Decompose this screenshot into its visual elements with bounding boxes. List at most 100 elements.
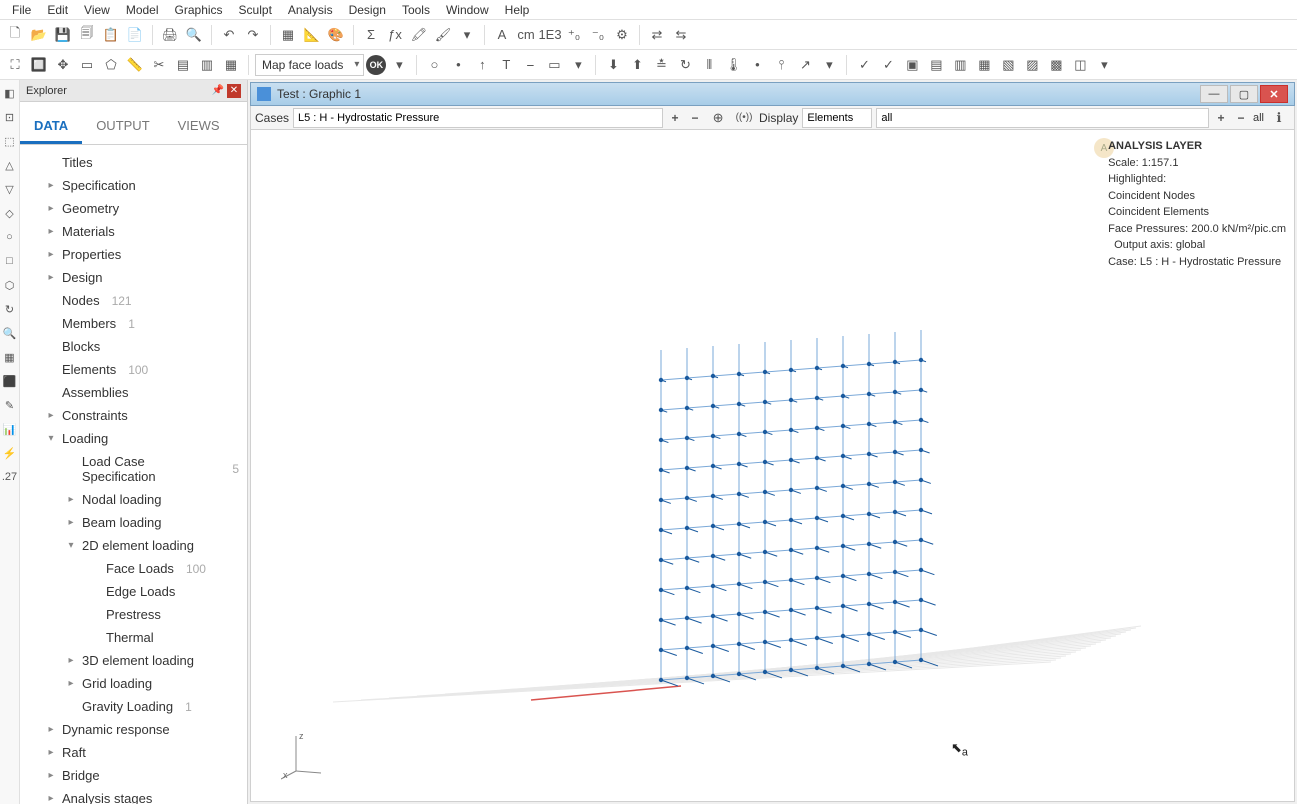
tree-dynamic-response[interactable]: ▸Dynamic response bbox=[20, 718, 247, 741]
save-icon[interactable]: 💾 bbox=[52, 24, 74, 46]
tree-nodes[interactable]: Nodes121 bbox=[20, 289, 247, 312]
graphic-canvas[interactable]: A ANALYSIS LAYER Scale: 1:157.1 Highligh… bbox=[250, 130, 1295, 802]
zoom-extents-icon[interactable]: ⛶ bbox=[4, 54, 26, 76]
vtool-o-icon[interactable]: 📊 bbox=[1, 420, 19, 438]
vtool-i-icon[interactable]: ⬡ bbox=[1, 276, 19, 294]
expander-icon[interactable]: ▸ bbox=[46, 203, 56, 214]
assy6-icon[interactable]: ▨ bbox=[1021, 54, 1043, 76]
plus-y-icon[interactable]: ⁺₀ bbox=[563, 24, 585, 46]
menu-view[interactable]: View bbox=[76, 1, 118, 19]
tree-loading[interactable]: ▾Loading bbox=[20, 427, 247, 450]
menu-model[interactable]: Model bbox=[118, 1, 167, 19]
spring-icon[interactable]: ⫯ bbox=[770, 54, 792, 76]
menu-analysis[interactable]: Analysis bbox=[280, 1, 341, 19]
new-file-icon[interactable]: 🗋 bbox=[4, 24, 26, 46]
print-icon[interactable]: 🖨 bbox=[159, 24, 181, 46]
tree-geometry[interactable]: ▸Geometry bbox=[20, 197, 247, 220]
menu-graphics[interactable]: Graphics bbox=[167, 1, 231, 19]
tree-beam-loading[interactable]: ▸Beam loading bbox=[20, 511, 247, 534]
display-dropdown[interactable] bbox=[802, 108, 872, 128]
highlight-icon[interactable]: 🖍 bbox=[408, 24, 430, 46]
grid-toggle-icon[interactable]: ▦ bbox=[277, 24, 299, 46]
assy2-icon[interactable]: ▤ bbox=[925, 54, 947, 76]
1e3-icon[interactable]: 1E3 bbox=[539, 24, 561, 46]
tree-prestress[interactable]: Prestress bbox=[20, 603, 247, 626]
tree-3d-element-loading[interactable]: ▸3D element loading bbox=[20, 649, 247, 672]
save-all-icon[interactable]: 🗐 bbox=[76, 24, 98, 46]
expander-icon[interactable]: ▸ bbox=[46, 793, 56, 804]
tree-properties[interactable]: ▸Properties bbox=[20, 243, 247, 266]
shaded-icon[interactable]: ▦ bbox=[220, 54, 242, 76]
expander-icon[interactable]: ▸ bbox=[46, 180, 56, 191]
close-icon[interactable]: ✕ bbox=[227, 84, 241, 98]
pan-icon[interactable]: ✥ bbox=[52, 54, 74, 76]
tree-materials[interactable]: ▸Materials bbox=[20, 220, 247, 243]
undo-icon[interactable]: ↶ bbox=[218, 24, 240, 46]
tree-titles[interactable]: Titles bbox=[20, 151, 247, 174]
expander-icon[interactable]: ▸ bbox=[46, 410, 56, 421]
dropdown2-icon[interactable]: ▾ bbox=[567, 54, 589, 76]
copy-icon[interactable]: 📋 bbox=[100, 24, 122, 46]
menu-file[interactable]: File bbox=[4, 1, 39, 19]
gear-icon[interactable]: ⚙ bbox=[611, 24, 633, 46]
tree-bridge[interactable]: ▸Bridge bbox=[20, 764, 247, 787]
vtool-a-icon[interactable]: ◧ bbox=[1, 84, 19, 102]
fx-icon[interactable]: ƒx bbox=[384, 24, 406, 46]
tab-data[interactable]: DATA bbox=[20, 110, 82, 144]
assy7-icon[interactable]: ▩ bbox=[1045, 54, 1067, 76]
vtool-b-icon[interactable]: ⊡ bbox=[1, 108, 19, 126]
ruler-icon[interactable]: 📐 bbox=[301, 24, 323, 46]
vtool-c-icon[interactable]: ⬚ bbox=[1, 132, 19, 150]
expander-icon[interactable]: ▸ bbox=[46, 226, 56, 237]
vtool-p-icon[interactable]: ⚡ bbox=[1, 444, 19, 462]
menu-sculpt[interactable]: Sculpt bbox=[231, 1, 280, 19]
support-icon[interactable]: ≛ bbox=[650, 54, 672, 76]
view-front-icon[interactable]: ▤ bbox=[172, 54, 194, 76]
tree-edge-loads[interactable]: Edge Loads bbox=[20, 580, 247, 603]
add-case-button[interactable]: + bbox=[667, 111, 683, 125]
tree-gravity-loading[interactable]: Gravity Loading1 bbox=[20, 695, 247, 718]
vtool-n-icon[interactable]: ✎ bbox=[1, 396, 19, 414]
info-icon[interactable]: ℹ bbox=[1268, 107, 1290, 129]
expander-icon[interactable]: ▸ bbox=[46, 770, 56, 781]
assy8-icon[interactable]: ◫ bbox=[1069, 54, 1091, 76]
cases-dropdown[interactable] bbox=[293, 108, 663, 128]
cm-icon[interactable]: cm bbox=[515, 24, 537, 46]
menu-help[interactable]: Help bbox=[497, 1, 538, 19]
arrow-up-icon[interactable]: ↑ bbox=[471, 54, 493, 76]
circle-icon[interactable]: ○ bbox=[423, 54, 445, 76]
select-box-icon[interactable]: ▭ bbox=[76, 54, 98, 76]
point-icon[interactable]: • bbox=[746, 54, 768, 76]
tree-grid-loading[interactable]: ▸Grid loading bbox=[20, 672, 247, 695]
maximize-button[interactable]: ▢ bbox=[1230, 85, 1258, 103]
vtool-j-icon[interactable]: ↻ bbox=[1, 300, 19, 318]
expander-icon[interactable]: ▾ bbox=[46, 433, 56, 444]
tree-blocks[interactable]: Blocks bbox=[20, 335, 247, 358]
expander-icon[interactable]: ▸ bbox=[66, 494, 76, 505]
tree-analysis-stages[interactable]: ▸Analysis stages bbox=[20, 787, 247, 804]
open-icon[interactable]: 📂 bbox=[28, 24, 50, 46]
moment-icon[interactable]: ↻ bbox=[674, 54, 696, 76]
vtool-d-icon[interactable]: △ bbox=[1, 156, 19, 174]
assy5-icon[interactable]: ▧ bbox=[997, 54, 1019, 76]
dropdown-icon[interactable]: ▾ bbox=[456, 24, 478, 46]
map-face-loads-dropdown[interactable]: Map face loads bbox=[255, 54, 364, 76]
remove-filter-button[interactable]: − bbox=[1233, 111, 1249, 125]
menu-edit[interactable]: Edit bbox=[39, 1, 76, 19]
check1-icon[interactable]: ✓ bbox=[853, 54, 875, 76]
menu-design[interactable]: Design bbox=[341, 1, 394, 19]
pin-icon[interactable]: 📌 bbox=[211, 84, 225, 98]
tree-constraints[interactable]: ▸Constraints bbox=[20, 404, 247, 427]
tab-views[interactable]: VIEWS bbox=[164, 110, 234, 144]
tree-thermal[interactable]: Thermal bbox=[20, 626, 247, 649]
vtool-h-icon[interactable]: □ bbox=[1, 252, 19, 270]
dropdown-icon[interactable]: ▾ bbox=[388, 54, 410, 76]
check2-icon[interactable]: ✓ bbox=[877, 54, 899, 76]
expander-icon[interactable]: ▾ bbox=[66, 540, 76, 551]
dropdown3-icon[interactable]: ▾ bbox=[818, 54, 840, 76]
color-fill-icon[interactable]: 🎨 bbox=[325, 24, 347, 46]
filter-input[interactable] bbox=[876, 108, 1209, 128]
highlight2-icon[interactable]: 🖌 bbox=[432, 24, 454, 46]
node-icon[interactable]: • bbox=[447, 54, 469, 76]
minimize-button[interactable]: — bbox=[1200, 85, 1228, 103]
